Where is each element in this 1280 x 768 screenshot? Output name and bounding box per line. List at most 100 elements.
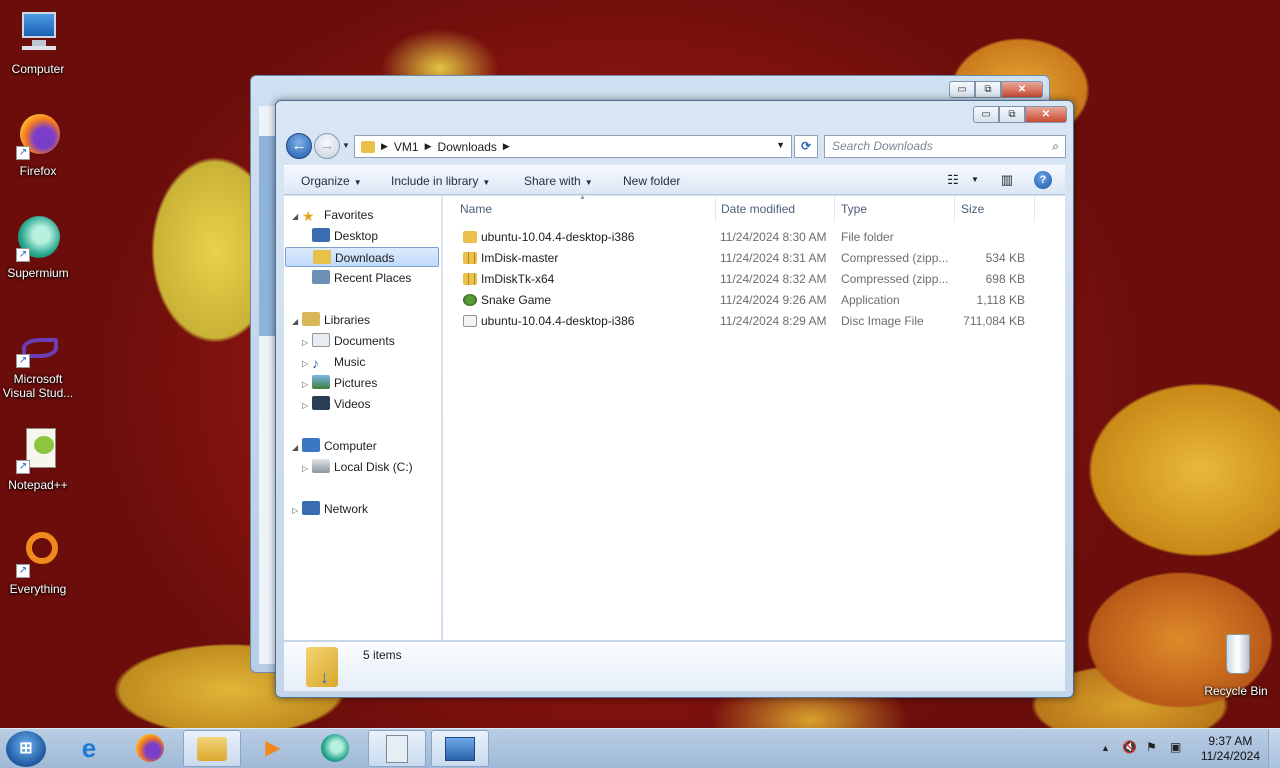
back-button[interactable]: ← (286, 133, 312, 159)
desktop-icon-firefox[interactable]: ↗ Firefox (0, 112, 76, 178)
column-header-type[interactable]: Type (841, 202, 867, 216)
desktop-icon-recycle-bin[interactable]: Recycle Bin (1198, 632, 1274, 698)
expand-arrow-icon[interactable]: ◢ (292, 312, 302, 332)
address-history-dropdown-icon[interactable]: ▼ (776, 140, 785, 150)
search-input[interactable]: Search Downloads ⌕ (824, 135, 1066, 158)
taskbar: ⊞ e ▶ ▲ 🔇 ⚑ ▣ 9:37 AM 11/24/2024 (0, 728, 1280, 768)
column-divider[interactable] (834, 196, 835, 222)
sort-ascending-icon: ▲ (579, 194, 586, 201)
desktop-icon-label: Notepad++ (8, 478, 68, 492)
maximize-button[interactable]: ⧉ (999, 106, 1025, 123)
window-controls: ▭ ⧉ ✕ (973, 106, 1067, 123)
file-row[interactable]: ubuntu-10.04.4-desktop-i386 11/24/2024 8… (455, 311, 1065, 331)
breadcrumb-vm1[interactable]: VM1 (394, 140, 419, 154)
desktop-icon-label: Firefox (19, 164, 57, 178)
internet-explorer-icon: e (81, 733, 97, 763)
change-view-icon[interactable]: ☷ (944, 171, 962, 189)
explorer-window[interactable]: ▭ ⧉ ✕ ← → ▼ ▶ VM1 ▶ Downloads ▶ ▼ ⟳ Sear… (275, 100, 1074, 698)
expand-arrow-icon[interactable]: ◢ (292, 438, 302, 458)
show-hidden-icons-button[interactable]: ▲ (1101, 743, 1110, 753)
taskbar-media-player[interactable]: ▶ (244, 730, 302, 767)
maximize-icon[interactable]: ⧉ (975, 81, 1001, 98)
taskbar-remote-desktop[interactable] (431, 730, 489, 767)
taskbar-supermium[interactable] (306, 730, 364, 767)
column-header-name[interactable]: Name (460, 202, 492, 216)
file-row[interactable]: ImDiskTk-x64 11/24/2024 8:32 AM Compress… (455, 269, 1065, 289)
nav-network[interactable]: ▷ Network (292, 499, 368, 519)
file-row[interactable]: Snake Game 11/24/2024 9:26 AM Applicatio… (455, 290, 1065, 310)
music-icon: ♪ (312, 355, 319, 371)
breadcrumb-arrow-icon[interactable]: ▶ (381, 141, 388, 152)
taskbar-notepad[interactable] (368, 730, 426, 767)
desktop-icon-everything[interactable]: ↗ Everything (0, 530, 76, 596)
file-row[interactable]: ImDisk-master 11/24/2024 8:31 AM Compres… (455, 248, 1065, 268)
forward-button[interactable]: → (314, 133, 340, 159)
system-clock[interactable]: 9:37 AM 11/24/2024 (1201, 734, 1260, 764)
star-icon: ★ (302, 208, 315, 224)
action-center-flag-icon[interactable]: ⚑ (1146, 740, 1157, 754)
libraries-icon (302, 312, 320, 326)
breadcrumb-arrow-icon[interactable]: ▶ (503, 141, 510, 152)
desktop-icon-computer[interactable]: Computer (0, 10, 76, 76)
file-size: 534 KB (985, 251, 1025, 265)
nav-favorites[interactable]: ◢ ★ Favorites (292, 205, 373, 225)
nav-videos[interactable]: ▷ Videos (302, 394, 370, 414)
volume-muted-icon[interactable]: 🔇 (1122, 740, 1137, 754)
refresh-button[interactable]: ⟳ (794, 135, 818, 158)
show-desktop-button[interactable] (1268, 729, 1280, 768)
visual-studio-icon: ↗ (14, 332, 62, 368)
column-divider[interactable] (954, 196, 955, 222)
nav-libraries[interactable]: ◢ Libraries (292, 310, 370, 330)
nav-pictures[interactable]: ▷ Pictures (302, 373, 377, 393)
folder-icon (463, 231, 477, 243)
new-folder-button[interactable]: New folder (623, 174, 680, 188)
file-type: Disc Image File (841, 314, 924, 328)
collapsed-arrow-icon[interactable]: ▷ (292, 501, 302, 521)
breadcrumb-arrow-icon[interactable]: ▶ (425, 141, 432, 152)
close-icon[interactable]: ✕ (1001, 81, 1043, 98)
collapsed-arrow-icon[interactable]: ▷ (302, 375, 312, 395)
network-status-icon[interactable]: ▣ (1170, 740, 1181, 754)
breadcrumb-downloads[interactable]: Downloads (438, 140, 497, 154)
taskbar-internet-explorer[interactable]: e (60, 730, 118, 767)
include-in-library-label: Include in library (391, 174, 479, 188)
taskbar-file-explorer[interactable] (183, 730, 241, 767)
collapsed-arrow-icon[interactable]: ▷ (302, 354, 312, 374)
nav-local-disk[interactable]: ▷ Local Disk (C:) (302, 457, 413, 477)
search-icon[interactable]: ⌕ (1052, 136, 1059, 157)
address-bar[interactable]: ▶ VM1 ▶ Downloads ▶ ▼ (354, 135, 792, 158)
firefox-icon (136, 734, 164, 762)
share-with-button[interactable]: Share with ▼ (524, 174, 593, 188)
nav-music[interactable]: ▷ ♪ Music (302, 352, 365, 372)
nav-libraries-label: Libraries (324, 313, 371, 327)
nav-documents[interactable]: ▷ Documents (302, 331, 395, 351)
nav-recent-places[interactable]: Recent Places (302, 268, 411, 288)
desktop-icon-visual-studio[interactable]: ↗ Microsoft Visual Stud... (0, 332, 76, 400)
help-icon[interactable]: ? (1034, 171, 1052, 189)
minimize-icon[interactable]: ▭ (949, 81, 975, 98)
view-options-dropdown-icon[interactable]: ▼ (966, 171, 984, 189)
column-header-date[interactable]: Date modified (721, 202, 795, 216)
minimize-button[interactable]: ▭ (973, 106, 999, 123)
start-button[interactable]: ⊞ (6, 731, 46, 767)
close-button[interactable]: ✕ (1025, 106, 1067, 123)
column-header-size[interactable]: Size (961, 202, 984, 216)
collapsed-arrow-icon[interactable]: ▷ (302, 396, 312, 416)
nav-downloads[interactable]: Downloads (285, 247, 439, 267)
collapsed-arrow-icon[interactable]: ▷ (302, 459, 312, 479)
desktop-icon-notepadpp[interactable]: ↗ Notepad++ (0, 426, 76, 492)
desktop-icon-supermium[interactable]: ↗ Supermium (0, 214, 76, 280)
recent-pages-dropdown-icon[interactable]: ▼ (342, 141, 350, 150)
preview-pane-icon[interactable]: ▥ (998, 171, 1016, 189)
include-in-library-button[interactable]: Include in library ▼ (391, 174, 490, 188)
nav-desktop[interactable]: Desktop (302, 226, 378, 246)
column-divider[interactable] (1034, 196, 1035, 222)
file-row[interactable]: ubuntu-10.04.4-desktop-i386 11/24/2024 8… (455, 227, 1065, 247)
collapsed-arrow-icon[interactable]: ▷ (302, 333, 312, 353)
expand-arrow-icon[interactable]: ◢ (292, 207, 302, 227)
nav-computer[interactable]: ◢ Computer (292, 436, 377, 456)
taskbar-firefox[interactable] (121, 730, 179, 767)
column-divider[interactable] (715, 196, 716, 222)
nav-recent-label: Recent Places (334, 271, 412, 285)
organize-button[interactable]: Organize ▼ (301, 174, 362, 188)
